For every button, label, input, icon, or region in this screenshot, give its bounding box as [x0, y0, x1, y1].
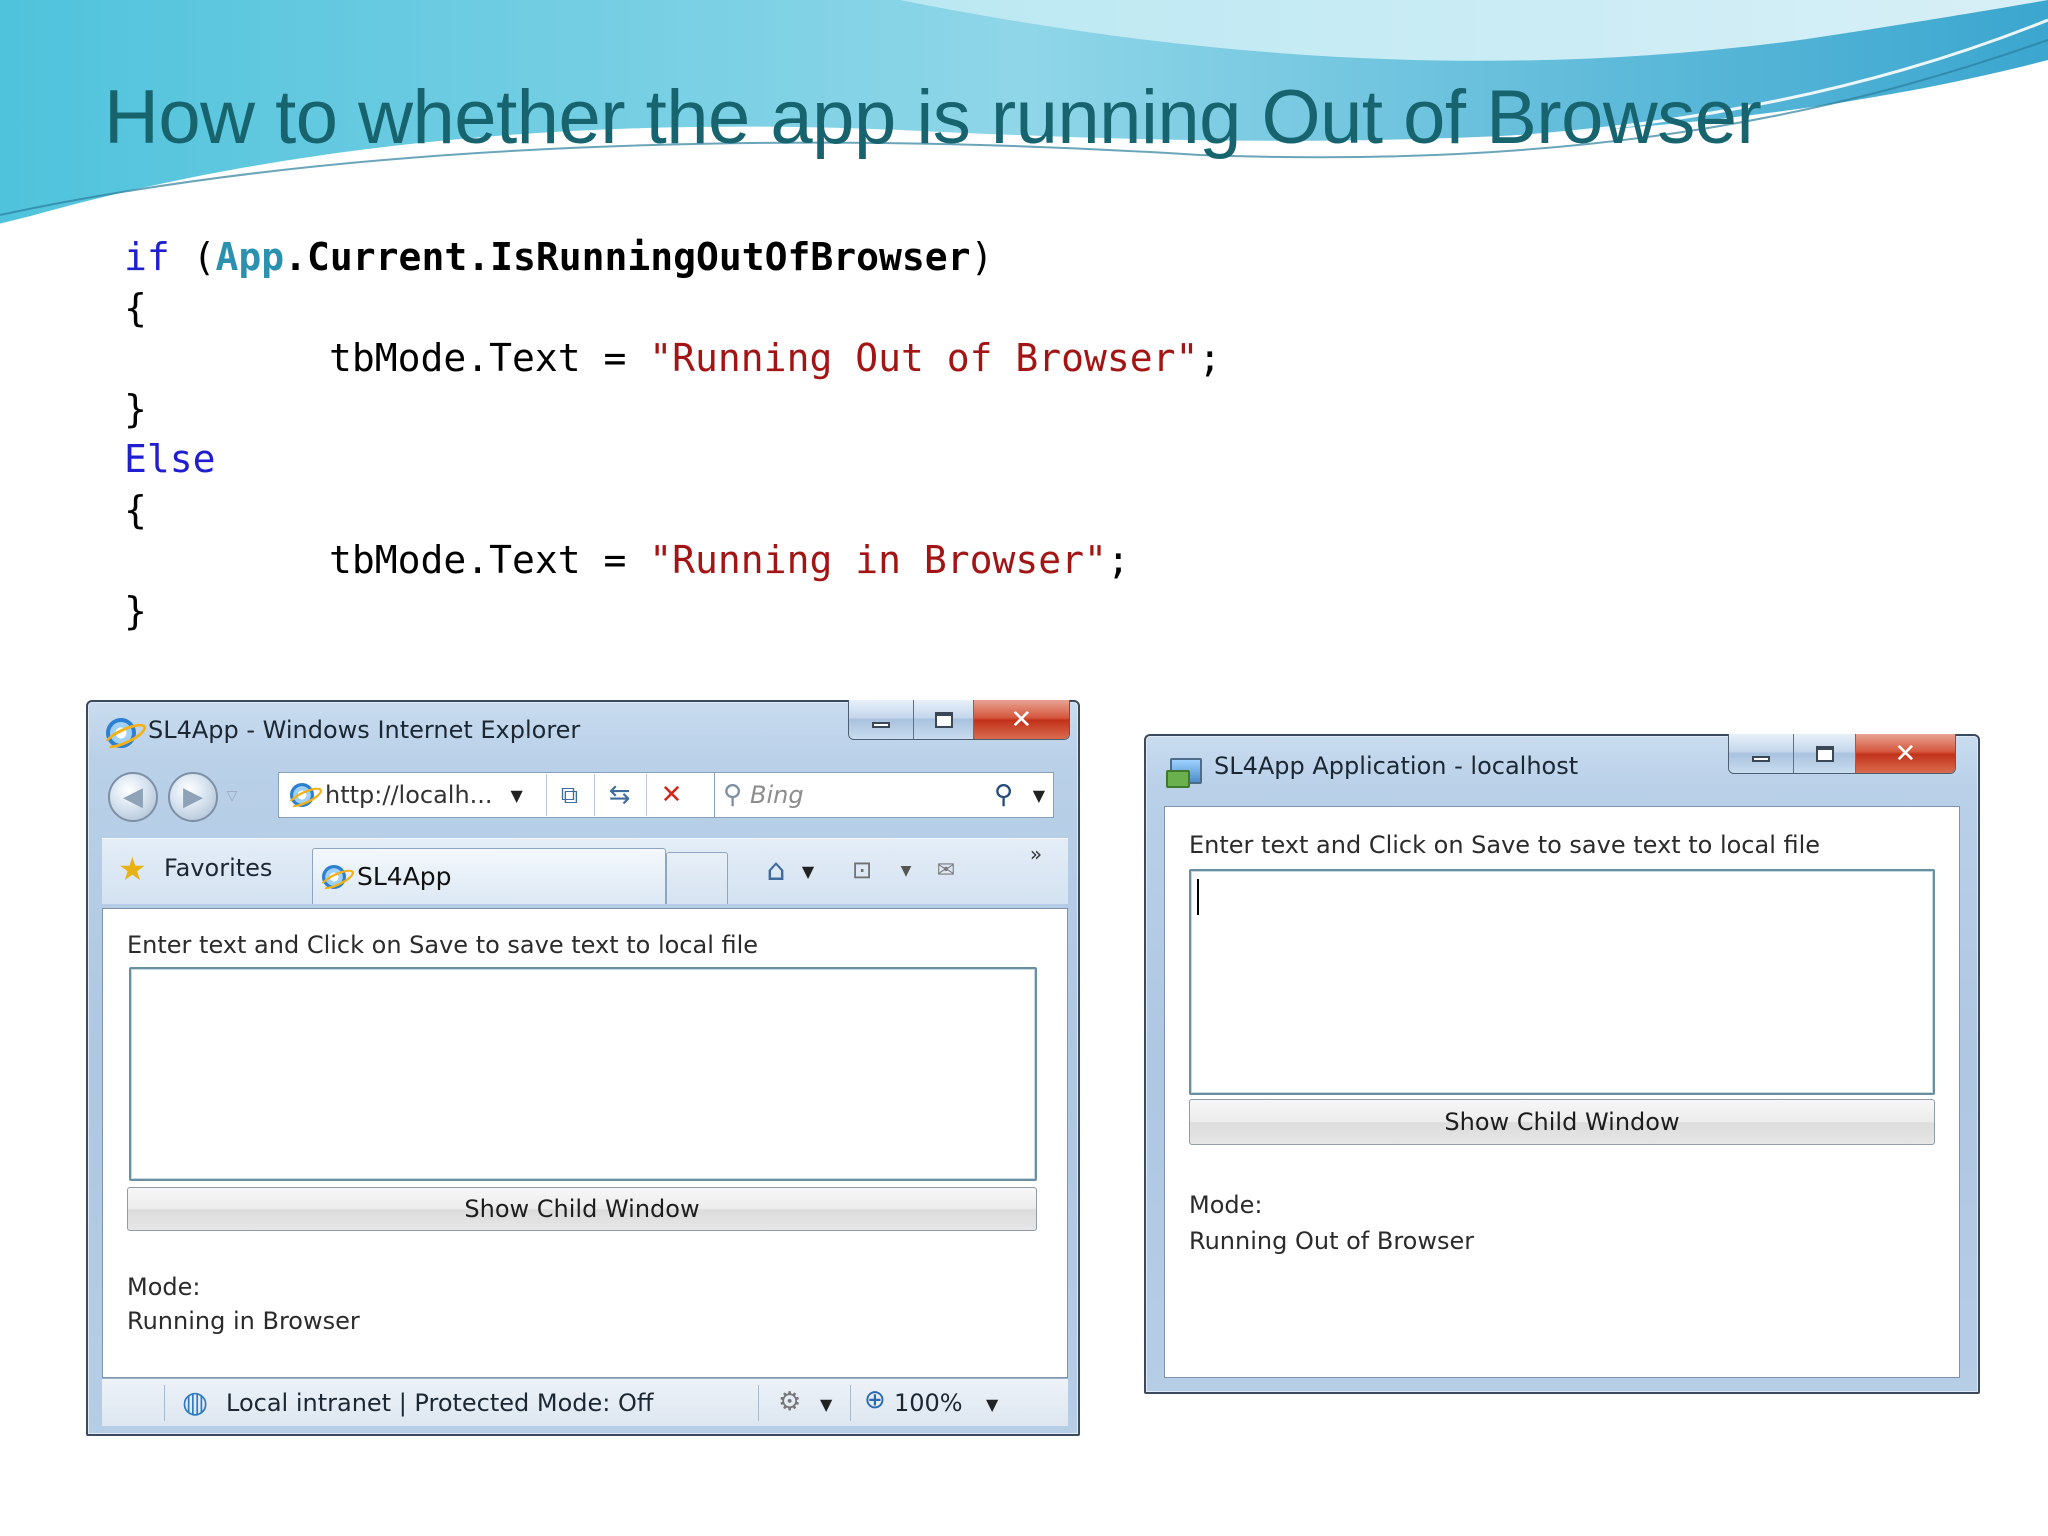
- close-icon: ✕: [1894, 738, 1917, 769]
- address-text: http://localh...: [325, 781, 493, 809]
- code-type-app: App: [215, 235, 285, 279]
- code-paren-open: (: [169, 235, 216, 279]
- zoom-dropdown-icon[interactable]: ▼: [986, 1395, 998, 1414]
- code-line-assign-browser: tbMode.Text = "Running in Browser";: [124, 535, 1221, 586]
- minimize-button[interactable]: [849, 700, 915, 739]
- show-child-window-button[interactable]: Show Child Window: [127, 1187, 1037, 1231]
- stop-icon[interactable]: ✕: [646, 774, 696, 816]
- ie-logo-icon: [106, 718, 136, 748]
- code-line-if: if (App.Current.IsRunningOutOfBrowser): [124, 232, 1221, 283]
- minimize-icon: [872, 721, 891, 728]
- code-string-oob: "Running Out of Browser": [649, 336, 1199, 380]
- favorites-star-icon: ★: [118, 850, 147, 888]
- oob-window-title: SL4App Application - localhost: [1214, 752, 1579, 780]
- back-arrow-icon: ◀: [123, 782, 143, 812]
- mode-label: Mode:: [1189, 1191, 1263, 1219]
- forward-arrow-icon: ▶: [183, 782, 203, 812]
- back-button[interactable]: ◀: [108, 772, 158, 822]
- app-window-icon: [1166, 758, 1202, 788]
- page-icon: [290, 783, 314, 807]
- close-button[interactable]: ✕: [973, 700, 1069, 739]
- code-brace-close-1: }: [124, 386, 147, 431]
- code-block: if (App.Current.IsRunningOutOfBrowser) {…: [124, 232, 1221, 636]
- code-member: .Current.IsRunningOutOfBrowser: [284, 235, 971, 279]
- code-keyword-else: Else: [124, 437, 216, 481]
- maximize-icon: [1815, 745, 1834, 762]
- home-dropdown-icon[interactable]: ▼: [796, 854, 820, 888]
- address-dropdown-icon[interactable]: ▼: [511, 786, 523, 805]
- instruction-label: Enter text and Click on Save to save tex…: [127, 931, 759, 959]
- code-brace-open-2: {: [124, 487, 147, 532]
- code-semicolon: ;: [1106, 538, 1130, 582]
- forward-button[interactable]: ▶: [168, 772, 218, 822]
- code-string-browser: "Running in Browser": [649, 538, 1107, 582]
- popup-blocker-icon[interactable]: ⚙: [778, 1387, 801, 1417]
- compatibility-view-icon[interactable]: ⧉: [546, 774, 592, 816]
- tab-ie-icon: [322, 864, 346, 889]
- maximize-icon: [934, 711, 953, 728]
- globe-icon: ◍: [182, 1385, 209, 1420]
- code-lhs: tbMode.Text =: [329, 538, 650, 582]
- maximize-button[interactable]: [914, 700, 974, 739]
- instruction-label: Enter text and Click on Save to save tex…: [1189, 831, 1821, 859]
- tab-sl4app[interactable]: SL4App: [312, 848, 666, 904]
- search-provider-icon: ⚲: [723, 780, 743, 810]
- ie-content-area: Enter text and Click on Save to save tex…: [102, 908, 1068, 1378]
- maximize-button[interactable]: [1794, 734, 1856, 773]
- ie-window-title: SL4App - Windows Internet Explorer: [148, 716, 581, 744]
- text-cursor: [1197, 879, 1199, 915]
- text-input[interactable]: [1189, 869, 1935, 1095]
- code-brace-close-2: }: [124, 588, 147, 633]
- popup-dropdown-icon[interactable]: ▼: [820, 1395, 832, 1414]
- search-placeholder: Bing: [750, 781, 804, 809]
- minimize-icon: [1752, 755, 1771, 762]
- tab-label: SL4App: [357, 862, 452, 891]
- security-zone-text[interactable]: Local intranet | Protected Mode: Off: [226, 1389, 653, 1417]
- oob-content-area: Enter text and Click on Save to save tex…: [1164, 806, 1960, 1378]
- rss-feed-icon[interactable]: ⊡: [844, 852, 880, 888]
- search-box[interactable]: ⚲ Bing ⚲ ▼: [714, 772, 1054, 818]
- code-semicolon: ;: [1198, 336, 1222, 380]
- text-input[interactable]: [129, 967, 1037, 1181]
- zoom-level[interactable]: 100%: [894, 1389, 963, 1417]
- code-line-assign-oob: tbMode.Text = "Running Out of Browser";: [124, 333, 1221, 384]
- home-icon[interactable]: ⌂: [756, 850, 796, 890]
- code-paren-close: ): [970, 235, 994, 279]
- minimize-button[interactable]: [1729, 734, 1795, 773]
- more-tools-chevron[interactable]: »: [1024, 842, 1048, 866]
- mail-icon[interactable]: ✉: [928, 852, 964, 888]
- ie-window: SL4App - Windows Internet Explorer ✕ ◀ ▶…: [86, 700, 1080, 1436]
- close-icon: ✕: [1010, 704, 1033, 735]
- favorites-button[interactable]: Favorites: [164, 854, 272, 882]
- zoom-icon[interactable]: ⊕: [864, 1385, 886, 1415]
- feed-dropdown-icon[interactable]: ▼: [894, 854, 918, 888]
- slide-title: How to whether the app is running Out of…: [104, 75, 1762, 160]
- search-dropdown-icon[interactable]: ▼: [1033, 786, 1045, 805]
- mode-value: Running Out of Browser: [1189, 1227, 1475, 1255]
- code-keyword-if: if: [124, 235, 170, 279]
- code-lhs: tbMode.Text =: [329, 336, 650, 380]
- mode-label: Mode:: [127, 1273, 201, 1301]
- close-button[interactable]: ✕: [1855, 734, 1955, 773]
- code-brace-open-1: {: [124, 285, 147, 330]
- search-icon[interactable]: ⚲: [994, 780, 1013, 810]
- new-tab-button[interactable]: [666, 852, 728, 904]
- oob-caption-buttons: ✕: [1728, 734, 1956, 774]
- oob-window: SL4App Application - localhost ✕ Enter t…: [1144, 734, 1980, 1394]
- status-bar: ◍ Local intranet | Protected Mode: Off ⚙…: [102, 1378, 1068, 1426]
- ie-caption-buttons: ✕: [848, 700, 1070, 740]
- recent-pages-dropdown[interactable]: ▽: [222, 784, 242, 808]
- refresh-icon[interactable]: ⇆: [594, 774, 644, 816]
- mode-value: Running in Browser: [127, 1307, 360, 1335]
- show-child-window-button[interactable]: Show Child Window: [1189, 1099, 1935, 1145]
